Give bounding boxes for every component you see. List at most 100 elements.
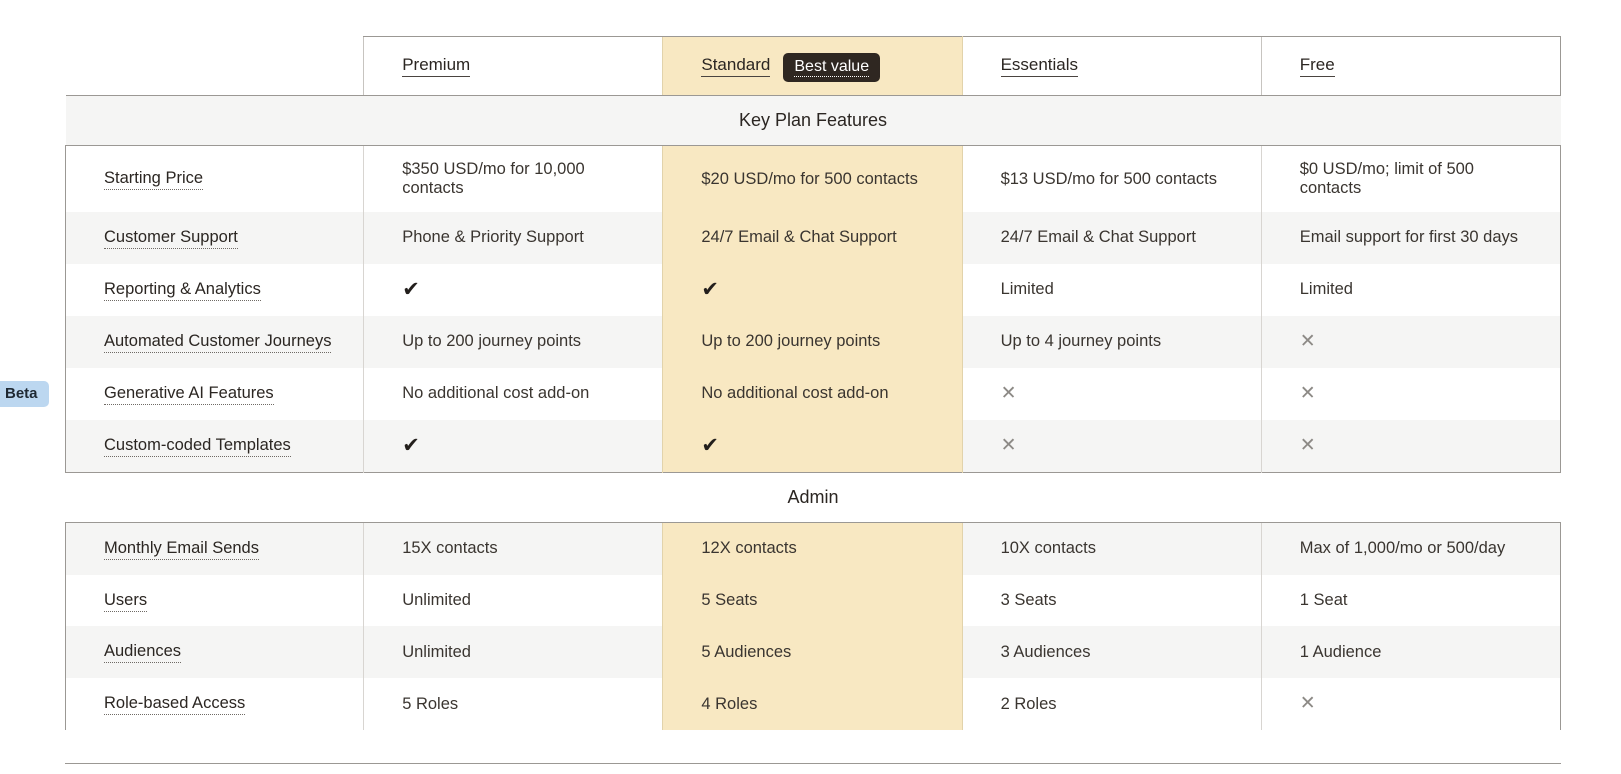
cell-standard: No additional cost add-on	[662, 367, 963, 420]
table-row: Monthly Email Sends 15X contacts 12X con…	[64, 522, 1562, 575]
table-row: Customer Support Phone & Priority Suppor…	[64, 212, 1562, 264]
table-body: Key Plan Features Starting Price $350 US…	[0, 95, 1562, 731]
plan-comparison-table: Premium Standard Best value Essentials Fr…	[0, 36, 1562, 731]
cell-essentials: Limited	[961, 263, 1262, 316]
feature-label[interactable]: Customer Support	[104, 228, 238, 249]
pricing-comparison-page: Premium Standard Best value Essentials Fr…	[0, 0, 1621, 774]
section-title-key-plan-features: Key Plan Features	[65, 95, 1561, 146]
cross-icon: ✕	[1299, 330, 1316, 352]
column-header-free[interactable]: Free	[1260, 36, 1562, 96]
cell-free: ✕	[1260, 315, 1562, 368]
table-row: Reporting & Analytics ✔ ✔ Limited Limite…	[64, 263, 1562, 316]
column-header-essentials[interactable]: Essentials	[961, 36, 1262, 96]
feature-label[interactable]: Generative AI Features	[104, 383, 274, 405]
cell-standard: 5 Audiences	[662, 626, 963, 679]
cell-premium: ✔	[363, 419, 663, 473]
feature-label[interactable]: Audiences	[104, 642, 182, 664]
cell-free: ✕	[1260, 367, 1562, 420]
section-header-key-plan-features: Key Plan Features	[65, 95, 1561, 146]
section-title-admin: Admin	[65, 471, 1561, 523]
table-bottom-rule	[65, 763, 1561, 764]
feature-label[interactable]: Starting Price	[104, 169, 204, 191]
check-icon: ✔	[701, 277, 719, 301]
table-row: Users Unlimited 5 Seats 3 Seats 1 Seat	[64, 574, 1562, 627]
cell-premium: 5 Roles	[363, 678, 663, 731]
feature-label[interactable]: Role-based Access	[104, 694, 246, 716]
best-value-badge: Best value	[783, 52, 881, 82]
cell-essentials: $13 USD/mo for 500 contacts	[961, 145, 1262, 212]
cell-premium: ✔	[363, 263, 663, 316]
beta-badge: Beta	[0, 380, 49, 407]
cell-essentials: ✕	[961, 419, 1262, 473]
cell-premium: Unlimited	[363, 574, 663, 627]
cell-standard: ✔	[662, 419, 963, 473]
cell-standard: Up to 200 journey points	[662, 315, 963, 368]
check-icon: ✔	[402, 277, 420, 301]
plan-name-premium[interactable]: Premium	[402, 55, 471, 77]
feature-label[interactable]: Users	[104, 590, 148, 612]
cell-standard: 12X contacts	[662, 522, 963, 575]
cross-icon: ✕	[1299, 382, 1316, 404]
cell-essentials: 10X contacts	[961, 522, 1262, 575]
cell-free: 1 Audience	[1260, 626, 1562, 679]
section-header-admin: Admin	[65, 471, 1561, 523]
check-icon: ✔	[402, 433, 420, 457]
row-label-cell-starting-price: Starting Price	[64, 145, 364, 212]
table-row: Beta Generative AI Features No additiona…	[0, 367, 1562, 420]
row-label-cell-custom-coded-templates: Custom-coded Templates	[64, 419, 364, 473]
cell-premium: Phone & Priority Support	[363, 212, 663, 264]
cell-standard: 4 Roles	[662, 678, 963, 731]
cell-standard: $20 USD/mo for 500 contacts	[662, 145, 963, 212]
cross-icon: ✕	[1000, 434, 1017, 456]
column-header-standard[interactable]: Standard Best value	[662, 36, 963, 96]
plan-header-row: Premium Standard Best value Essentials Fr…	[66, 36, 1562, 96]
cell-essentials: 24/7 Email & Chat Support	[961, 212, 1262, 264]
cross-icon: ✕	[1299, 693, 1316, 715]
cell-free: 1 Seat	[1260, 574, 1562, 627]
cell-premium: $350 USD/mo for 10,000 contacts	[363, 145, 663, 212]
row-label-cell-automated-customer-journeys: Automated Customer Journeys	[64, 315, 364, 368]
cell-free: $0 USD/mo; limit of 500 contacts	[1260, 145, 1562, 212]
cell-essentials: 2 Roles	[961, 678, 1262, 731]
cell-premium: Up to 200 journey points	[363, 315, 663, 368]
row-label-cell-customer-support: Customer Support	[64, 212, 364, 264]
row-label-cell-reporting-analytics: Reporting & Analytics	[64, 263, 364, 316]
feature-label[interactable]: Custom-coded Templates	[104, 435, 291, 457]
header-corner-cell	[66, 37, 364, 96]
cross-icon: ✕	[1000, 382, 1017, 404]
cell-premium: No additional cost add-on	[363, 367, 663, 420]
table-row: Role-based Access 5 Roles 4 Roles 2 Role…	[64, 678, 1562, 731]
plan-name-free[interactable]: Free	[1299, 55, 1335, 77]
feature-label[interactable]: Automated Customer Journeys	[104, 331, 332, 353]
best-value-label: Best value	[794, 57, 870, 77]
cell-standard: 5 Seats	[662, 574, 963, 627]
row-label-cell-generative-ai-features: Beta Generative AI Features	[0, 367, 364, 420]
table-head: Premium Standard Best value Essentials Fr…	[66, 36, 1562, 96]
cell-premium: 15X contacts	[363, 522, 663, 575]
table-row: Automated Customer Journeys Up to 200 jo…	[64, 315, 1562, 368]
cell-free: Max of 1,000/mo or 500/day	[1260, 522, 1562, 575]
table-row: Starting Price $350 USD/mo for 10,000 co…	[64, 145, 1562, 212]
row-label-cell-audiences: Audiences	[64, 626, 364, 679]
column-header-premium[interactable]: Premium	[363, 36, 663, 96]
feature-label[interactable]: Monthly Email Sends	[104, 538, 259, 560]
cell-free: Limited	[1260, 263, 1562, 316]
table-row: Custom-coded Templates ✔ ✔ ✕ ✕	[64, 419, 1562, 473]
cell-premium: Unlimited	[363, 626, 663, 679]
cell-free: Email support for first 30 days	[1260, 212, 1562, 264]
cell-essentials: Up to 4 journey points	[961, 315, 1262, 368]
cell-free: ✕	[1260, 419, 1562, 473]
row-label-cell-role-based-access: Role-based Access	[64, 678, 364, 731]
row-label-cell-users: Users	[64, 574, 364, 627]
cell-essentials: ✕	[961, 367, 1262, 420]
cell-essentials: 3 Audiences	[961, 626, 1262, 679]
table-row: Audiences Unlimited 5 Audiences 3 Audien…	[64, 626, 1562, 679]
cell-free: ✕	[1260, 678, 1562, 731]
check-icon: ✔	[701, 433, 719, 457]
cross-icon: ✕	[1299, 434, 1316, 456]
feature-label[interactable]: Reporting & Analytics	[104, 279, 261, 301]
plan-name-essentials[interactable]: Essentials	[1000, 55, 1079, 77]
plan-name-standard[interactable]: Standard	[701, 55, 771, 77]
cell-standard: ✔	[662, 263, 963, 316]
cell-standard: 24/7 Email & Chat Support	[662, 212, 963, 264]
